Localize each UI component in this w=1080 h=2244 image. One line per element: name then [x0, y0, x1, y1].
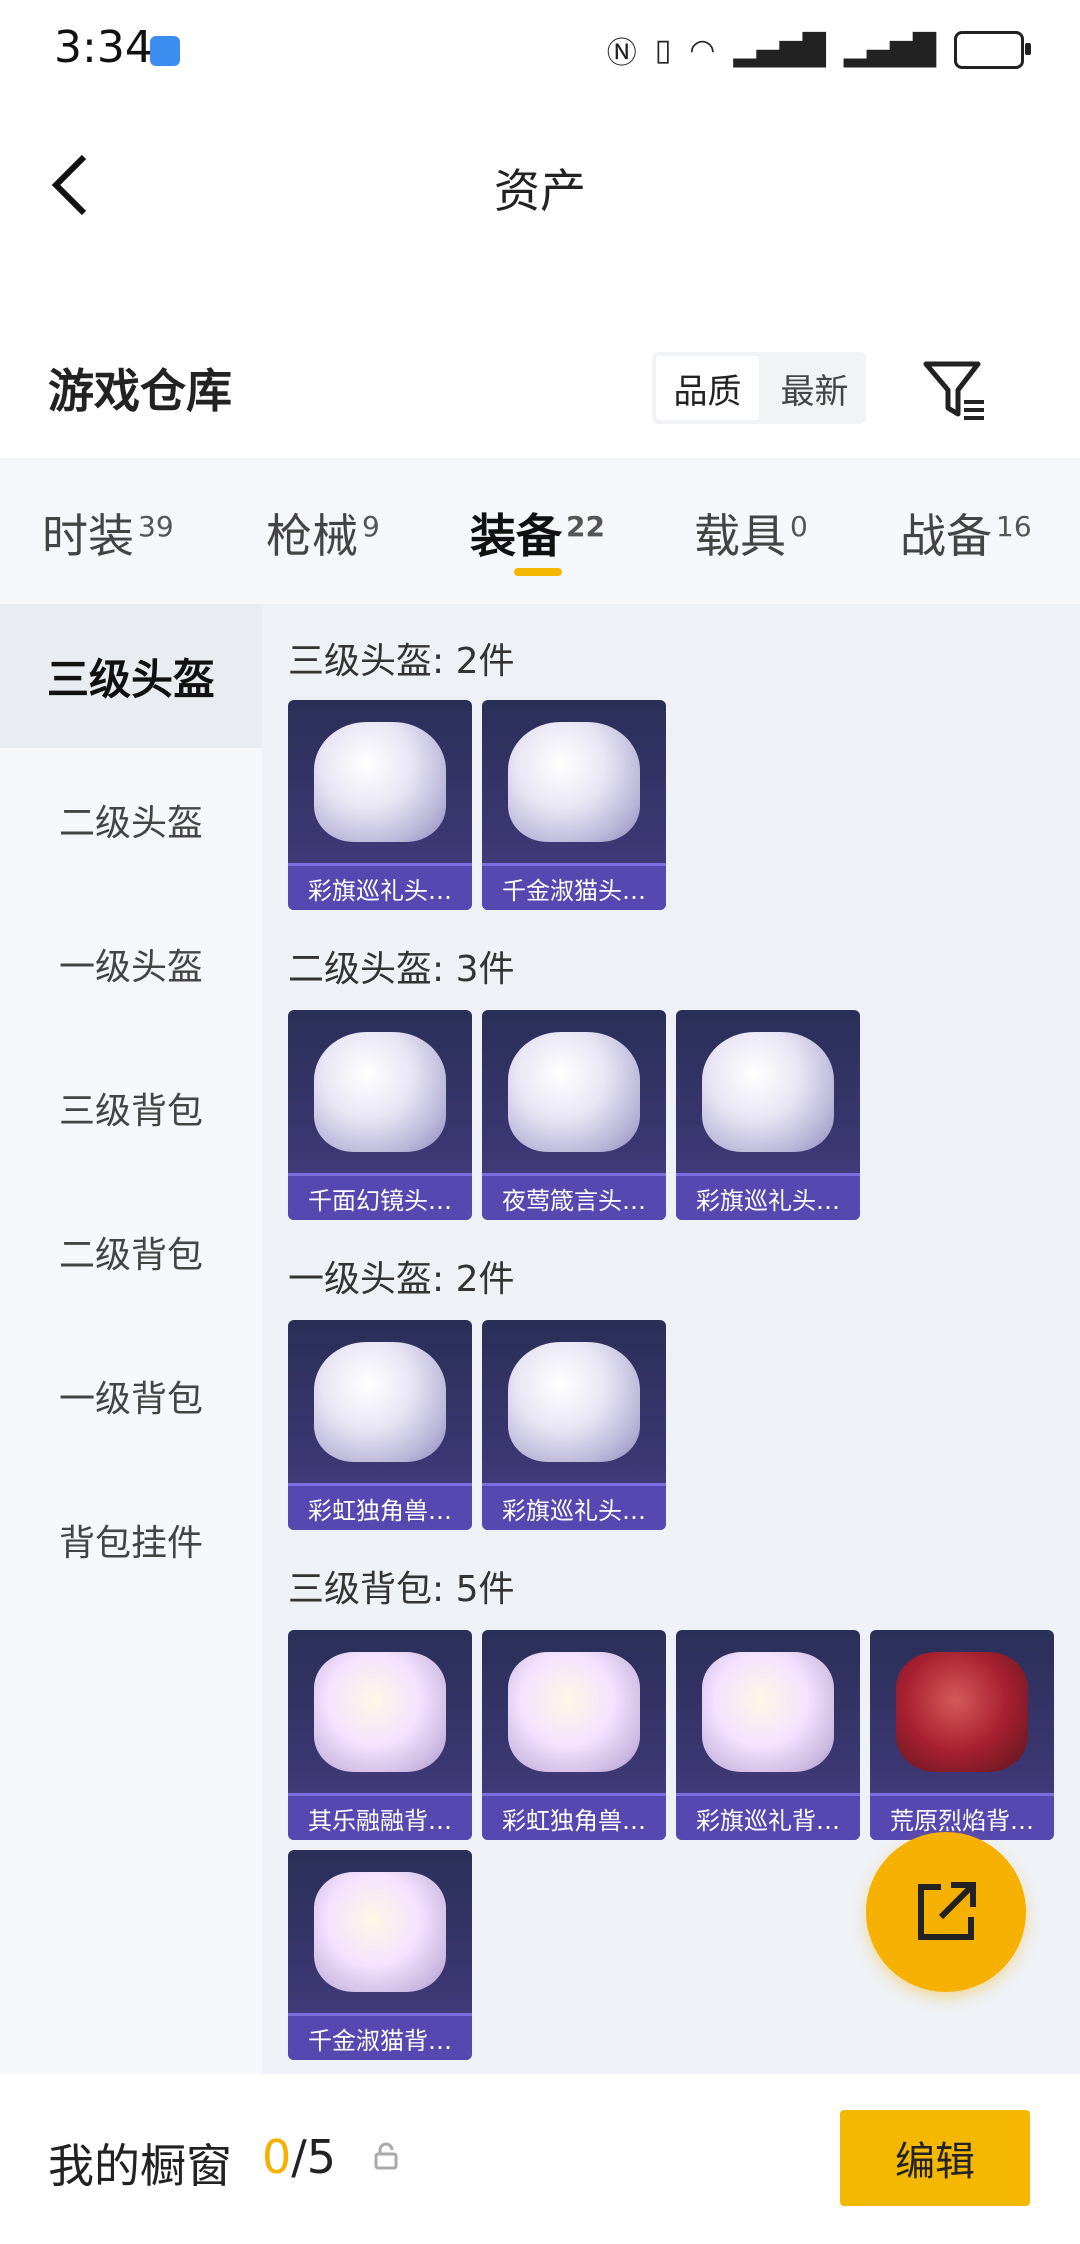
sort-toggle: 品质 最新: [652, 352, 866, 424]
showcase-count: 0/5: [262, 2130, 336, 2184]
backpack-image: [314, 1652, 446, 1772]
item-card[interactable]: 荒原烈焰背…: [870, 1630, 1054, 1840]
item-name: 彩旗巡礼背…: [676, 1793, 860, 1840]
nfc-icon: Ⓝ: [606, 36, 637, 71]
section-title: 一级头盔: 2件: [288, 1259, 515, 1300]
item-name: 彩旗巡礼头…: [676, 1173, 860, 1220]
signal-icon-2: ▂▄▆█: [843, 32, 936, 68]
item-name: 千金淑猫背…: [288, 2013, 472, 2060]
warehouse-title: 游戏仓库: [48, 364, 232, 418]
section-title: 三级背包: 5件: [288, 1569, 515, 1610]
tab-count: 0: [790, 509, 808, 543]
item-card[interactable]: 彩旗巡礼头…: [676, 1010, 860, 1220]
signal-icon: ▂▄▆█: [733, 32, 826, 68]
item-card[interactable]: 其乐融融背…: [288, 1630, 472, 1840]
section-title: 三级头盔: 2件: [288, 641, 515, 682]
helmet-image: [508, 722, 640, 842]
helmet-image: [314, 722, 446, 842]
backpack-image: [896, 1652, 1028, 1772]
item-card[interactable]: 彩旗巡礼头…: [288, 700, 472, 910]
showcase-current: 0: [262, 2130, 292, 2184]
backpack-image: [508, 1652, 640, 1772]
showcase-label: 我的橱窗: [48, 2139, 232, 2193]
item-name: 彩虹独角兽…: [288, 1483, 472, 1530]
edit-button[interactable]: 编辑: [840, 2110, 1030, 2206]
helmet-image: [314, 1342, 446, 1462]
share-icon: [918, 1882, 976, 1940]
lock-icon: [372, 2142, 400, 2170]
wifi-icon: ◠: [689, 32, 716, 68]
sidebar-item-level1-backpack[interactable]: 一级背包: [0, 1324, 262, 1468]
status-icons: Ⓝ ▯ ◠ ▂▄▆█ ▂▄▆█: [606, 28, 1031, 72]
status-time: 3:34: [54, 22, 153, 73]
tab-equipment[interactable]: 装备 22: [470, 500, 605, 566]
sidebar-item-level2-helmet[interactable]: 二级头盔: [0, 748, 262, 892]
backpack-image: [314, 1872, 446, 1992]
sort-quality-button[interactable]: 品质: [656, 356, 759, 420]
item-card[interactable]: 千金淑猫背…: [288, 1850, 472, 2060]
filter-icon: [923, 361, 984, 420]
item-card[interactable]: 彩虹独角兽…: [482, 1630, 666, 1840]
tab-weapons[interactable]: 枪械 9: [266, 500, 380, 566]
item-name: 彩虹独角兽…: [482, 1793, 666, 1840]
sort-latest-button[interactable]: 最新: [763, 352, 866, 424]
filter-button[interactable]: [920, 356, 990, 426]
showcase-total: /5: [291, 2130, 337, 2184]
item-name: 彩旗巡礼头…: [288, 863, 472, 910]
helmet-image: [314, 1032, 446, 1152]
item-name: 其乐融融背…: [288, 1793, 472, 1840]
item-name: 千金淑猫头…: [482, 863, 666, 910]
battery-icon: [954, 31, 1031, 69]
item-card[interactable]: 彩虹独角兽…: [288, 1320, 472, 1530]
item-card[interactable]: 千面幻镜头…: [288, 1010, 472, 1220]
page-title: 资产: [494, 164, 586, 218]
tab-count: 16: [996, 509, 1032, 543]
tab-label: 战备: [900, 509, 992, 563]
tab-label: 载具: [694, 509, 786, 563]
sidebar-item-level3-helmet[interactable]: 三级头盔: [0, 604, 262, 748]
section-title: 二级头盔: 3件: [288, 949, 515, 990]
tab-label: 时装: [42, 509, 134, 563]
tab-count: 9: [362, 509, 380, 543]
tab-gear[interactable]: 战备 16: [900, 500, 1032, 566]
tab-fashion[interactable]: 时装 39: [42, 500, 174, 566]
sim-card-icon: [150, 36, 180, 66]
helmet-image: [702, 1032, 834, 1152]
sidebar-item-level1-helmet[interactable]: 一级头盔: [0, 892, 262, 1036]
sidebar-item-backpack-charm[interactable]: 背包挂件: [0, 1468, 262, 1612]
item-card[interactable]: 夜莺箴言头…: [482, 1010, 666, 1220]
tab-count: 39: [138, 509, 174, 543]
tab-label: 枪械: [266, 509, 358, 563]
item-name: 千面幻镜头…: [288, 1173, 472, 1220]
tab-vehicles[interactable]: 载具 0: [694, 500, 808, 566]
item-name: 彩旗巡礼头…: [482, 1483, 666, 1530]
sidebar-item-level2-backpack[interactable]: 二级背包: [0, 1180, 262, 1324]
tab-count: 22: [566, 509, 605, 543]
sidebar-item-level3-backpack[interactable]: 三级背包: [0, 1036, 262, 1180]
share-button[interactable]: [866, 1832, 1026, 1992]
active-tab-indicator: [514, 568, 562, 576]
tab-label: 装备: [470, 509, 562, 563]
helmet-image: [508, 1342, 640, 1462]
item-card[interactable]: 彩旗巡礼头…: [482, 1320, 666, 1530]
vibrate-icon: ▯: [654, 32, 672, 68]
item-name: 夜莺箴言头…: [482, 1173, 666, 1220]
item-card[interactable]: 千金淑猫头…: [482, 700, 666, 910]
item-card[interactable]: 彩旗巡礼背…: [676, 1630, 860, 1840]
backpack-image: [702, 1652, 834, 1772]
helmet-image: [508, 1032, 640, 1152]
